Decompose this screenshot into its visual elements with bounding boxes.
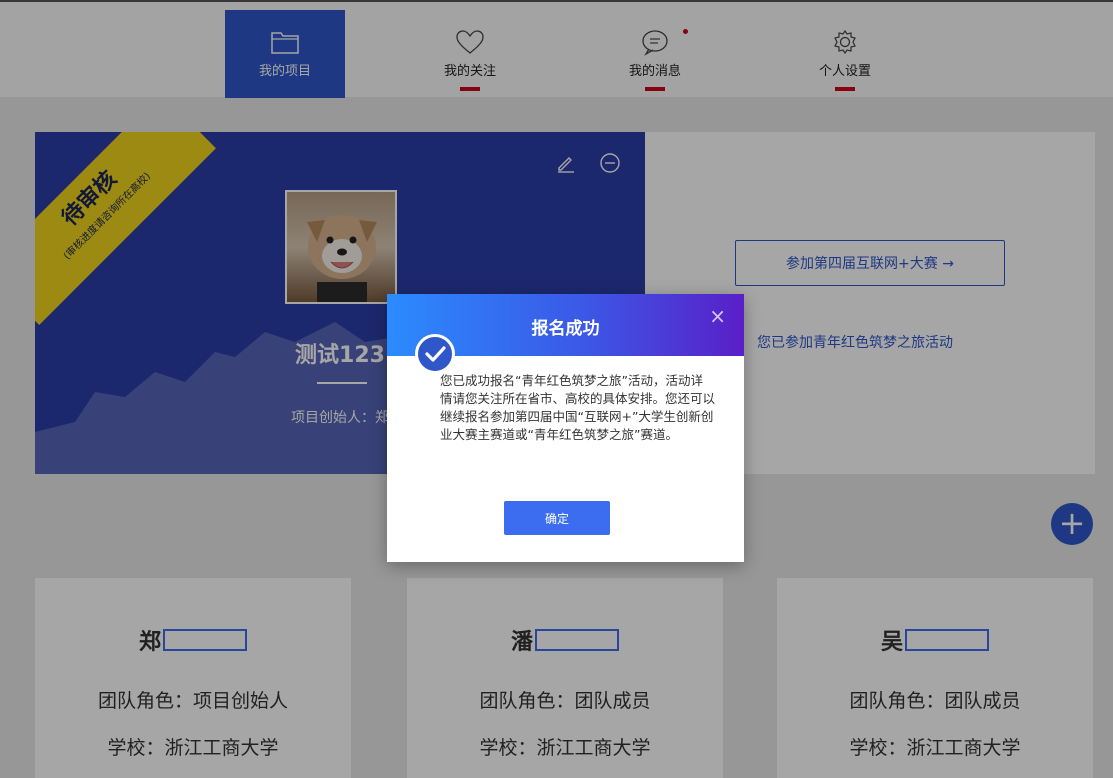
check-icon xyxy=(415,334,455,374)
close-icon[interactable]: × xyxy=(709,304,726,328)
confirm-button[interactable]: 确定 xyxy=(504,501,610,535)
dialog-message: 您已成功报名“青年红色筑梦之旅”活动，活动详情请您关注所在省市、高校的具体安排。… xyxy=(440,373,716,442)
success-dialog: 报名成功 × 您已成功报名“青年红色筑梦之旅”活动，活动详情请您关注所在省市、高… xyxy=(387,294,744,562)
